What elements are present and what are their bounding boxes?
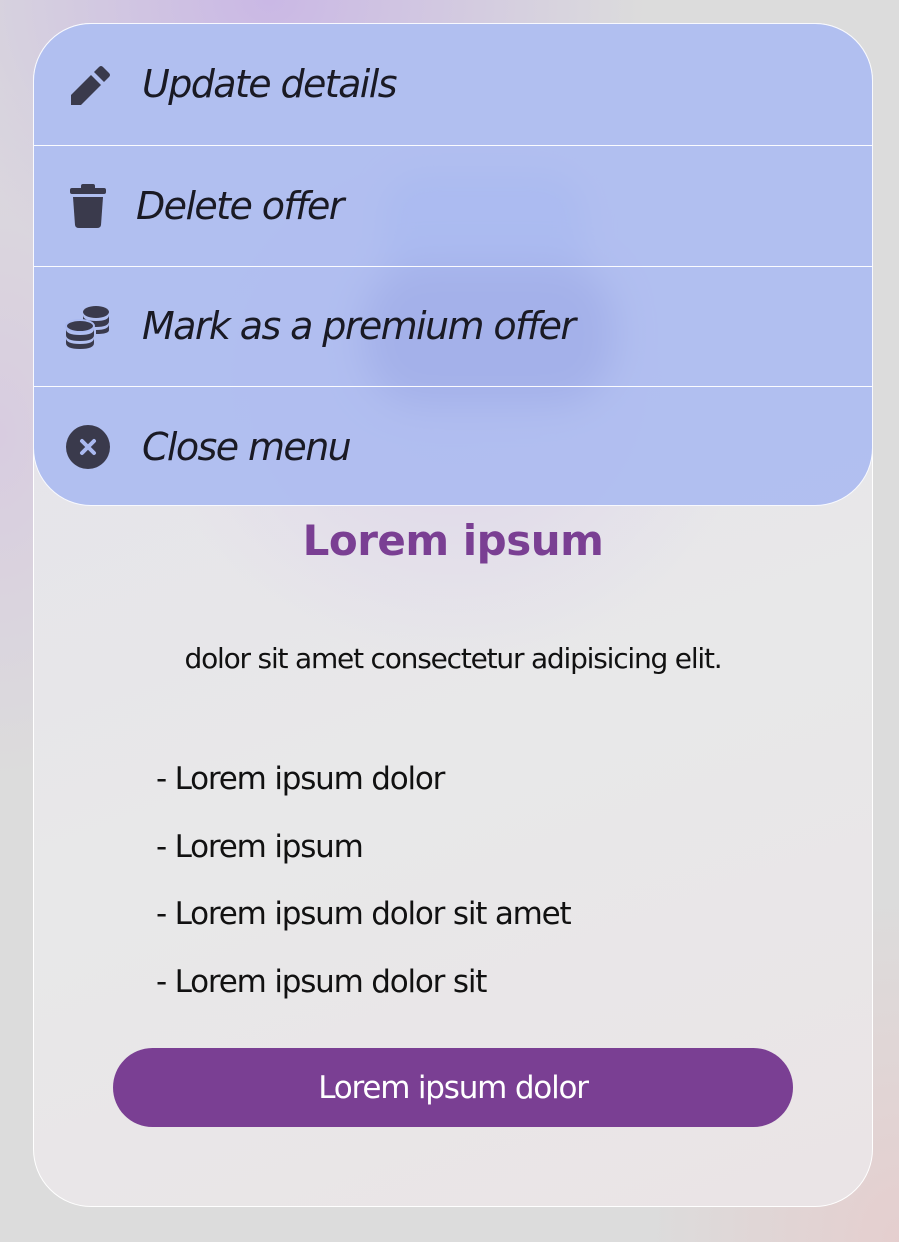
menu-item-label: Update details	[142, 62, 398, 107]
feature-list: - Lorem ipsum dolor - Lorem ipsum - Lore…	[156, 759, 572, 1029]
cta-button[interactable]: Lorem ipsum dolor	[113, 1048, 793, 1127]
menu-item-label: Mark as a premium offer	[142, 304, 576, 349]
trash-icon	[64, 182, 112, 230]
feature-item: - Lorem ipsum dolor sit amet	[156, 896, 572, 932]
menu-item-label: Delete offer	[136, 183, 344, 228]
feature-item: - Lorem ipsum dolor sit	[156, 963, 487, 1000]
card-title: Lorem ipsum	[302, 516, 604, 565]
menu-item-update-details[interactable]: Update details	[34, 24, 872, 145]
menu-item-mark-premium[interactable]: Mark as a premium offer	[34, 265, 872, 387]
feature-item: - Lorem ipsum dolor	[156, 761, 445, 797]
coins-icon	[64, 302, 112, 350]
menu-item-close-menu[interactable]: Close menu	[34, 386, 872, 505]
menu-item-delete-offer[interactable]: Delete offer	[34, 144, 872, 266]
menu-item-label: Close menu	[142, 425, 352, 470]
feature-item: - Lorem ipsum	[156, 828, 364, 865]
close-circle-icon	[64, 423, 112, 471]
pencil-icon	[64, 60, 112, 108]
context-menu: Update details Delete offer Mark as a pr…	[33, 23, 873, 506]
card-description: dolor sit amet consectetur adipisicing e…	[184, 642, 723, 675]
